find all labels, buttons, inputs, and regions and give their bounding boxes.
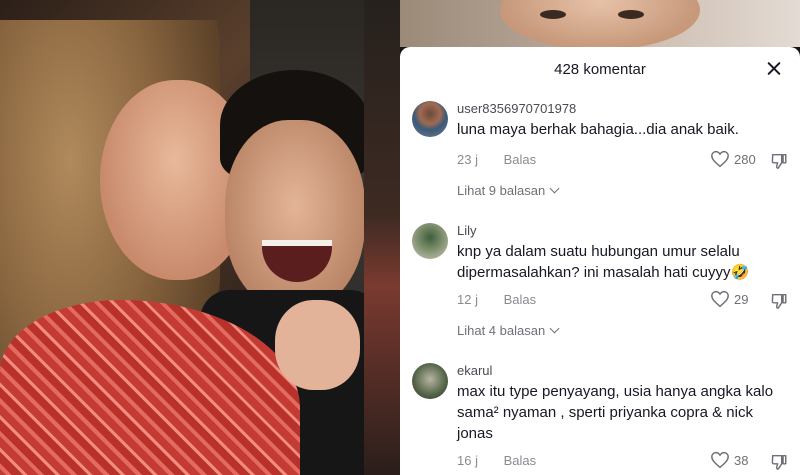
comment-item: ekarul max itu type penyayang, usia hany… bbox=[400, 357, 800, 475]
thumbs-down-icon[interactable] bbox=[770, 152, 788, 170]
view-replies-button[interactable]: Lihat 9 balasan bbox=[457, 183, 560, 198]
thumbnail-eye bbox=[618, 10, 644, 19]
video-frame-photo bbox=[0, 0, 364, 475]
comment-username[interactable]: user8356970701978 bbox=[457, 101, 576, 116]
heart-outline-icon bbox=[711, 451, 729, 469]
heart-outline-icon bbox=[711, 150, 729, 168]
woman-hand bbox=[275, 300, 360, 390]
thumbnail-eye bbox=[540, 10, 566, 19]
comments-count-title: 428 komentar bbox=[554, 61, 646, 78]
thumbnail-face bbox=[500, 0, 700, 47]
chevron-down-icon bbox=[549, 323, 560, 334]
view-replies-button[interactable]: Lihat 4 balasan bbox=[457, 323, 560, 338]
comment-username[interactable]: Lily bbox=[457, 223, 477, 238]
thumbs-down-icon[interactable] bbox=[770, 292, 788, 310]
comment-meta: 12 j Balas bbox=[457, 292, 536, 307]
comment-meta: 16 j Balas bbox=[457, 453, 536, 468]
reply-button[interactable]: Balas bbox=[504, 292, 537, 307]
comment-username[interactable]: ekarul bbox=[457, 363, 492, 378]
like-count: 38 bbox=[734, 452, 749, 468]
like-count: 280 bbox=[734, 151, 756, 167]
comments-panel: 428 komentar user8356970701978 luna maya… bbox=[400, 47, 800, 475]
heart-outline-icon bbox=[711, 290, 729, 308]
view-replies-label: Lihat 9 balasan bbox=[457, 183, 546, 198]
video-thumbnail-top bbox=[400, 0, 800, 47]
comment-item: user8356970701978 luna maya berhak bahag… bbox=[400, 95, 800, 205]
thumbs-down-icon[interactable] bbox=[770, 453, 788, 471]
view-replies-label: Lihat 4 balasan bbox=[457, 323, 546, 338]
comment-time: 12 j bbox=[457, 292, 478, 307]
comment-time: 23 j bbox=[457, 152, 478, 167]
comments-header: 428 komentar bbox=[400, 47, 800, 91]
video-frame-edge bbox=[364, 0, 400, 475]
comment-time: 16 j bbox=[457, 453, 478, 468]
comment-text: knp ya dalam suatu hubungan umur selalu … bbox=[457, 243, 750, 281]
like-button[interactable]: 38 bbox=[710, 451, 748, 469]
like-button[interactable]: 29 bbox=[710, 290, 748, 308]
avatar[interactable] bbox=[412, 101, 448, 137]
avatar[interactable] bbox=[412, 223, 448, 259]
like-button[interactable]: 280 bbox=[710, 150, 756, 168]
comment-item: Lily knp ya dalam suatu hubungan umur se… bbox=[400, 217, 800, 347]
reply-button[interactable]: Balas bbox=[504, 453, 537, 468]
comment-text: luna maya berhak bahagia...dia anak baik… bbox=[457, 121, 739, 138]
reply-button[interactable]: Balas bbox=[504, 152, 537, 167]
comment-text: max itu type penyayang, usia hanya angka… bbox=[457, 383, 774, 442]
close-icon[interactable] bbox=[762, 57, 786, 81]
like-count: 29 bbox=[734, 291, 749, 307]
chevron-down-icon bbox=[549, 183, 560, 194]
avatar[interactable] bbox=[412, 363, 448, 399]
comment-meta: 23 j Balas bbox=[457, 152, 536, 167]
